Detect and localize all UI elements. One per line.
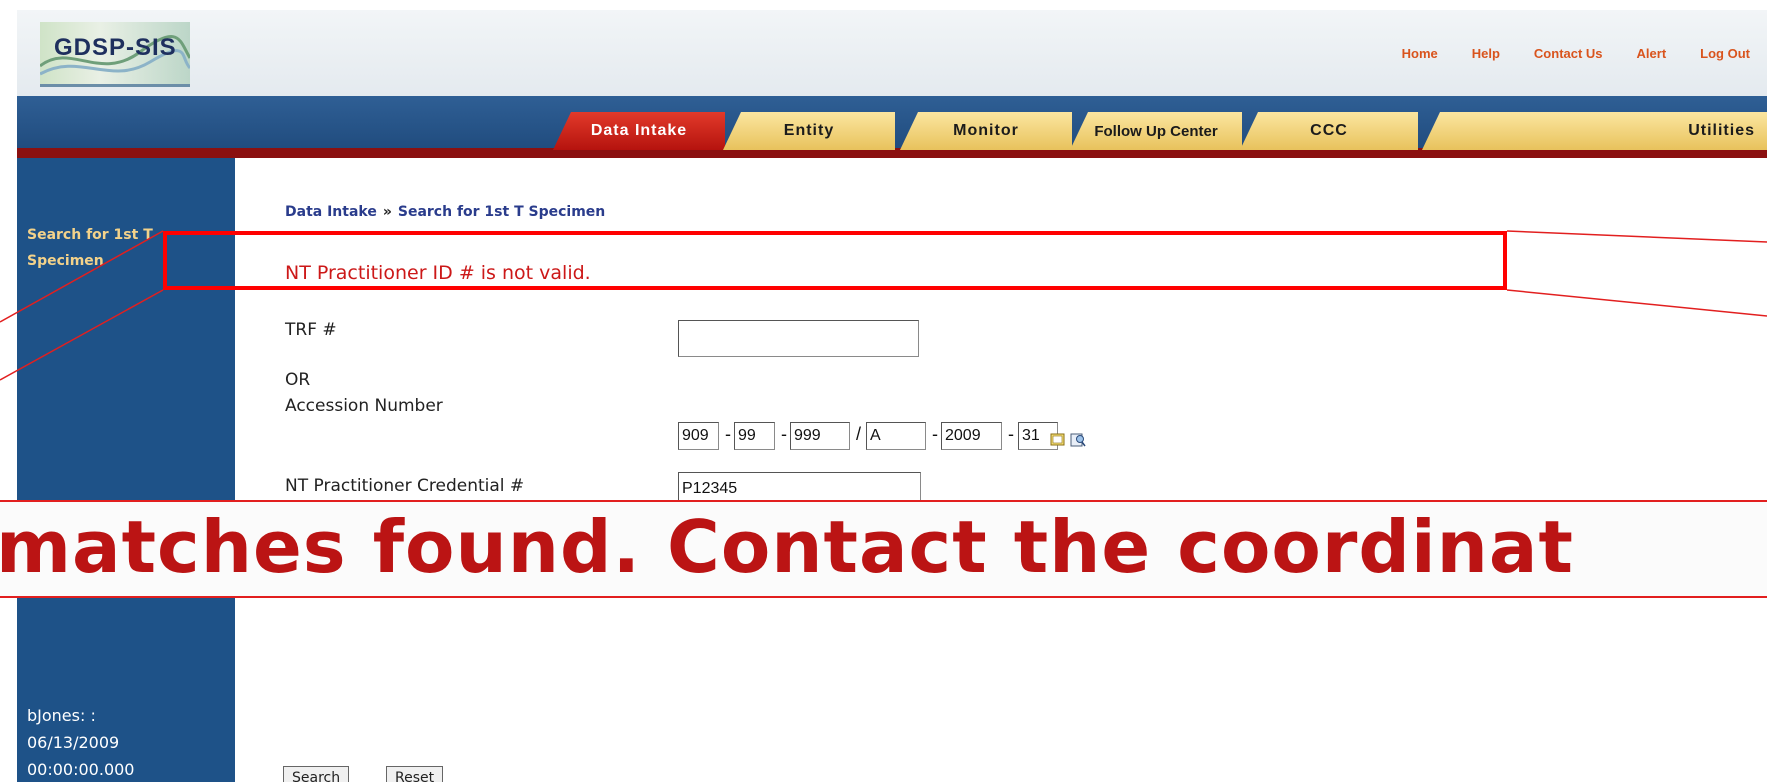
breadcrumb-root[interactable]: Data Intake [285,204,377,220]
accession-part-1[interactable] [678,422,719,450]
breadcrumb: Data Intake » Search for 1st T Specimen [285,204,605,220]
trf-label: TRF # [285,320,337,340]
banner-text: matches found. Contact the coordinat [0,505,1574,589]
zoomed-message-banner: matches found. Contact the coordinat [0,500,1767,598]
accession-part-4[interactable] [866,422,926,450]
logo-text: GDSP-SIS [54,34,177,61]
credential-label: NT Practitioner Credential # [285,476,525,496]
trf-input[interactable] [678,320,919,357]
help-link[interactable]: Help [1455,46,1517,61]
accession-part-2[interactable] [734,422,775,450]
clear-icon[interactable] [1050,433,1066,447]
app-header: GDSP-SIS Home Help Contact Us Alert Log … [17,10,1767,96]
screen: GDSP-SIS Home Help Contact Us Alert Log … [0,0,1767,782]
alert-link[interactable]: Alert [1620,46,1684,61]
top-links: Home Help Contact Us Alert Log Out [1385,46,1767,61]
sidebar-time: 00:00:00.000 [27,760,135,779]
contact-us-link[interactable]: Contact Us [1517,46,1620,61]
accession-sep-2: - [781,424,787,444]
tab-data-intake[interactable]: Data Intake [553,112,725,150]
breadcrumb-separator: » [382,204,392,220]
breadcrumb-current[interactable]: Search for 1st T Specimen [398,204,605,220]
tab-monitor[interactable]: Monitor [900,112,1072,150]
accession-part-5[interactable] [941,422,1002,450]
tab-utilities[interactable]: Utilities [1422,112,1767,150]
home-link[interactable]: Home [1385,46,1455,61]
accession-part-3[interactable] [790,422,850,450]
search-button[interactable]: Search [283,766,350,782]
tab-follow-up-center[interactable]: Follow Up Center [1070,112,1242,150]
or-label: OR [285,370,311,390]
accession-label: Accession Number [285,396,443,416]
lookup-icon[interactable] [1070,433,1086,447]
accession-sep-4: - [932,424,938,444]
tab-ccc[interactable]: CCC [1240,112,1418,150]
sidebar-date: 06/13/2009 [27,733,120,752]
gdsp-sis-logo: GDSP-SIS [40,22,190,87]
sidebar-user: bJones: : [27,706,96,725]
reset-button[interactable]: Reset [386,766,444,782]
error-highlight-box [163,231,1507,290]
accession-sep-5: - [1008,424,1014,444]
logout-link[interactable]: Log Out [1683,46,1767,61]
tab-entity[interactable]: Entity [723,112,895,150]
accession-sep-1: - [725,424,731,444]
accession-sep-3: / [856,424,862,444]
